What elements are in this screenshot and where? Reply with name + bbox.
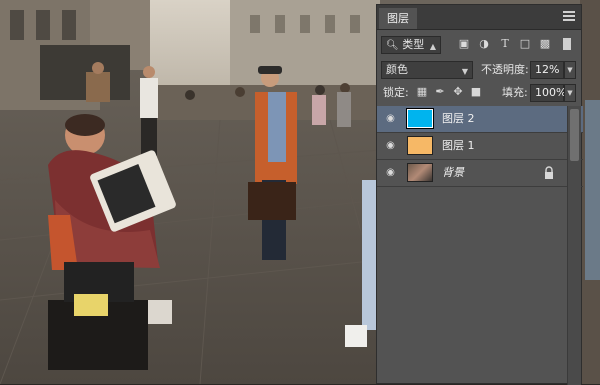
eye-icon[interactable]: ◉ [384,140,397,152]
layer-thumbnail [406,108,434,129]
blend-mode-label: 颜色 [386,63,408,76]
shape-icon[interactable]: □ [518,37,532,51]
brush-icon[interactable]: ✒ [433,85,447,99]
fill-label: 填充: [502,86,528,99]
layer-thumbnail [407,136,433,155]
scrollbar-thumb[interactable] [570,109,579,161]
filter-kind-label: 类型 [402,38,425,51]
layers-list: ◉ 图层 2 ◉ 图层 1 ◉ 背景 [377,106,583,187]
chevron-updown-icon: ▼ [461,67,468,76]
layer-row[interactable]: ◉ 背景 [377,160,583,187]
toggle-icon[interactable] [563,38,571,50]
tab-layers[interactable]: 图层 [379,8,417,29]
eye-icon[interactable]: ◉ [384,113,397,125]
layer-name[interactable]: 背景 [442,160,464,186]
lock-label: 锁定: [383,86,409,99]
fill-dropdown-icon[interactable]: ▼ [564,84,576,102]
layer-row[interactable]: ◉ 图层 2 [377,106,583,133]
search-icon: 🔍︎ [386,40,399,51]
blend-row: 颜色 ▼ 不透明度: 12% ▼ [377,57,583,83]
layer-thumbnail [407,163,433,182]
opacity-label: 不透明度: [481,63,529,76]
layer-name[interactable]: 图层 1 [442,133,475,159]
filter-row: 🔍︎ 类型 ▲ ▣ ◑ T □ ▩ [377,32,583,58]
opacity-field[interactable]: 12% [530,61,564,79]
opacity-dropdown-icon[interactable]: ▼ [564,61,576,79]
layers-panel: 图层 🔍︎ 类型 ▲ ▣ ◑ T □ ▩ 颜色 ▼ 不透明度: 12% ▼ 锁定… [376,4,583,385]
lock-row: 锁定: ▦ ✒ ✥ ■ 填充: 100% ▼ [377,81,583,107]
layer-row[interactable]: ◉ 图层 1 [377,133,583,160]
half-circle-icon[interactable]: ◑ [477,37,491,51]
panel-tab-bar: 图层 [377,5,581,30]
chevron-updown-icon: ▲ [429,42,436,51]
lock-icon [545,166,553,179]
move-icon[interactable]: ✥ [451,85,465,99]
checkerboard-icon[interactable]: ▦ [415,85,429,99]
eye-icon[interactable]: ◉ [384,167,397,179]
smart-object-icon[interactable]: ▩ [538,37,552,51]
text-icon[interactable]: T [498,37,512,51]
blend-mode-select[interactable]: 颜色 ▼ [381,61,473,79]
filter-kind-select[interactable]: 🔍︎ 类型 ▲ [381,36,441,54]
panel-menu-icon[interactable] [563,11,575,21]
layer-name[interactable]: 图层 2 [442,106,475,132]
lock-icon[interactable]: ■ [469,85,483,99]
fill-field[interactable]: 100% [530,84,566,102]
image-icon[interactable]: ▣ [457,37,471,51]
layers-scrollbar[interactable] [567,106,581,385]
